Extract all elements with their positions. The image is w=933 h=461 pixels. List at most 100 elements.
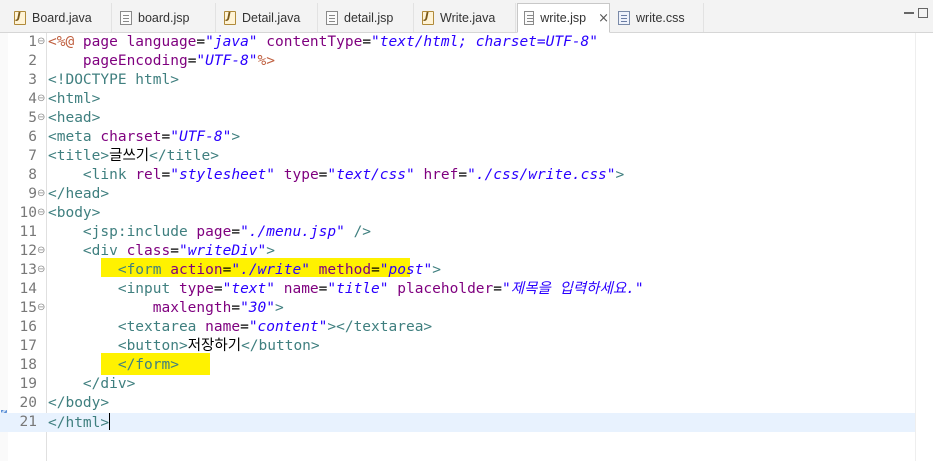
line-number: 8 [28,167,37,183]
code-line[interactable]: 16 <textarea name="content"></textarea> [0,318,915,337]
line-number: 14 [19,281,37,297]
line-number: 20 [19,395,37,411]
code-text: </body> [48,394,109,413]
code-token: action [170,262,223,278]
code-token: <input [117,281,179,297]
tab-label: Detail.java [242,10,301,25]
tab-write-java[interactable]: Write.java [416,3,516,32]
fold-toggle-icon[interactable]: ⊖ [37,37,45,47]
line-number: 12 [19,243,37,259]
code-line[interactable]: 2 pageEncoding="UTF-8"%> [0,52,915,71]
code-editor[interactable]: 1 ⊖ <%@ page language="java" contentType="… [0,33,933,461]
code-line[interactable]: 17 <button>저장하기</button> [0,337,915,356]
code-line[interactable]: 18 </form> [0,356,915,375]
line-number: 19 [19,376,37,392]
code-line[interactable]: 12 ⊖ <div class="writeDiv"> [0,242,915,261]
fold-toggle-icon[interactable]: ⊖ [37,94,45,104]
tab-label: write.jsp [540,11,587,25]
code-token: placeholder [397,281,494,297]
code-line[interactable]: 5 ⊖ <head> [0,109,915,128]
code-text: </head> [48,185,109,204]
jsp-file-icon [120,10,132,25]
code-line[interactable]: 10 ⊖ <body> [0,204,915,223]
tab-label: board.jsp [138,10,190,25]
code-line[interactable]: 13 ⊖ <form action="./write" method="post"… [0,261,915,280]
editor-tab-bar: Board.java board.jsp Detail.java detail.… [0,0,933,33]
code-token: = [493,281,502,297]
fold-toggle-icon[interactable]: ⊖ [37,189,45,199]
tab-write-css[interactable]: write.css [612,3,704,32]
line-number: 15 [19,300,37,316]
code-token: <title> [48,148,110,164]
line-number: 16 [19,319,37,335]
fold-toggle-icon[interactable]: ⊖ [37,303,45,313]
code-token: /> [353,224,372,240]
code-line[interactable]: 11 <jsp:include page="./menu.jsp" /> [0,223,915,242]
code-token: "UTF-8" [170,129,232,145]
minimize-icon[interactable] [904,12,914,14]
vertical-scrollbar[interactable] [915,33,933,461]
code-line[interactable]: 6 <meta charset="UTF-8"> [0,128,915,147]
tab-write-jsp[interactable]: write.jsp × [517,3,610,33]
tab-detail-jsp[interactable]: detail.jsp [320,3,414,32]
code-text: <!DOCTYPE html> [48,71,179,90]
code-token: name [205,319,241,335]
line-number: 4 [28,91,37,107]
code-line[interactable]: 7 <title>글쓰기</title> [0,147,915,166]
code-token: = [458,167,468,183]
code-text: <head> [48,109,100,128]
code-line[interactable]: 15 ⊖ maxlength="30"> [0,299,915,318]
code-token: = [371,262,380,278]
code-line[interactable]: 19 </div> [0,375,915,394]
code-token: pageEncoding [82,53,188,69]
code-line[interactable]: 21 </html> [0,413,915,432]
fold-toggle-icon[interactable]: ⊖ [37,265,45,275]
jsp-file-icon [326,10,338,25]
maximize-icon[interactable] [918,8,928,18]
code-token: > [432,262,441,278]
code-token: type [178,281,214,297]
code-token: 글쓰기 [109,148,150,164]
tab-detail-java[interactable]: Detail.java [218,3,318,32]
code-token: > [615,167,625,183]
code-line[interactable]: 14 <input type="text" name="title" place… [0,280,915,299]
fold-toggle-icon[interactable]: ⊖ [37,246,45,256]
code-token: = [231,300,241,316]
code-line[interactable]: 3 <!DOCTYPE html> [0,71,915,90]
code-line[interactable]: 20 </body> [0,394,915,413]
tab-board-java[interactable]: Board.java [8,3,112,32]
code-token: = [231,224,241,240]
java-file-icon [14,10,26,25]
code-line[interactable]: 9 ⊖ </head> [0,185,915,204]
code-text: <input type="text" name="title" placehol… [48,280,644,299]
css-file-icon [618,10,630,25]
code-token: 저장하기 [187,338,242,354]
close-icon[interactable]: × [598,11,609,26]
code-token: "제목을 입력하세요." [502,281,644,297]
code-line[interactable]: 4 ⊖ <html> [0,90,915,109]
tab-board-jsp[interactable]: board.jsp [114,3,216,32]
line-number: 10 [19,205,37,221]
code-text: <textarea name="content"></textarea> [48,318,432,337]
code-token: </body> [48,395,110,411]
code-token: "stylesheet" [170,167,276,183]
code-token: <button> [117,338,188,354]
code-text: <button>저장하기</button> [48,337,320,356]
code-line[interactable]: 8 <link rel="stylesheet" type="text/css"… [0,166,915,185]
line-number: 6 [28,129,37,145]
code-text: pageEncoding="UTF-8"%> [48,52,275,71]
fold-toggle-icon[interactable]: ⊖ [37,208,45,218]
fold-toggle-icon[interactable]: ⊖ [37,113,45,123]
code-token: "title" [327,281,389,297]
code-token: href [423,167,459,183]
code-text: <form action="./write" method="post"> [48,261,441,280]
code-token: = [213,281,223,297]
code-line[interactable]: 1 ⊖ <%@ page language="java" contentType="… [0,33,915,52]
code-token: charset [100,129,162,145]
